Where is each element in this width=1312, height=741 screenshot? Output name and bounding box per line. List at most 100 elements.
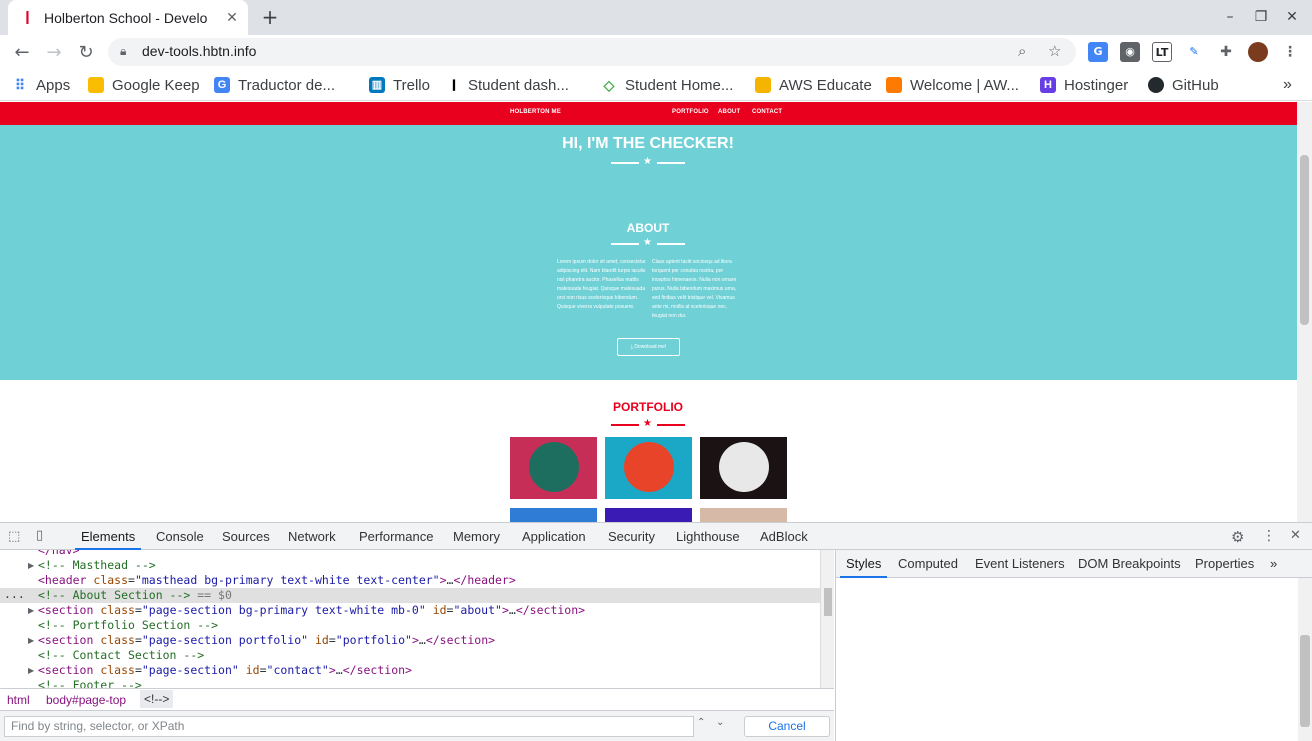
nav-link-contact[interactable]: CONTACT — [752, 109, 782, 115]
tab-elements[interactable]: Elements — [75, 523, 142, 550]
code-line-about-section[interactable]: <section class="page-section bg-primary … — [38, 603, 585, 618]
expand-arrow-icon[interactable]: ▶ — [28, 606, 34, 615]
elements-scrollbar[interactable] — [820, 550, 834, 688]
restore-button[interactable]: ❐ — [1249, 6, 1273, 28]
device-toolbar-icon[interactable]: ▯ — [36, 528, 43, 543]
inspect-element-icon[interactable]: ⬚ — [8, 529, 20, 544]
about-text-left: Lorem ipsum dolor sit amet, consectetur … — [557, 259, 646, 310]
url-text[interactable]: dev-tools.hbtn.info — [142, 43, 256, 59]
bookmark-traductor[interactable]: G Traductor de... — [214, 75, 335, 95]
google-translate-icon: G — [214, 77, 230, 93]
bookmark-student-dash[interactable]: ❙ Student dash... — [448, 75, 569, 95]
tab-security[interactable]: Security — [602, 523, 661, 550]
nav-brand[interactable]: HOLBERTON ME — [510, 109, 561, 115]
code-line[interactable]: </nav> — [38, 550, 80, 558]
crumb-html[interactable]: html — [7, 693, 30, 707]
bookmark-trello[interactable]: ▥ Trello — [369, 75, 430, 95]
tab-event-listeners[interactable]: Event Listeners — [969, 550, 1071, 578]
tab-computed[interactable]: Computed — [892, 550, 964, 578]
elements-scrollbar-thumb[interactable] — [824, 588, 832, 616]
cabin-icon — [529, 442, 579, 492]
portfolio-item-cabin[interactable] — [510, 437, 597, 499]
code-line[interactable]: <!-- Contact Section --> — [38, 648, 204, 663]
tab-styles[interactable]: Styles — [840, 550, 888, 578]
side-tabs-overflow-button[interactable]: » — [1264, 550, 1283, 578]
tab-network[interactable]: Network — [282, 523, 342, 550]
bookmark-student-home[interactable]: ◇ Student Home... — [601, 75, 734, 95]
tab-application[interactable]: Application — [516, 523, 592, 550]
portfolio-item-4[interactable] — [510, 508, 597, 522]
code-line-portfolio-section[interactable]: <section class="page-section portfolio" … — [38, 633, 495, 648]
pen-extension-icon[interactable]: ✎ — [1184, 42, 1204, 62]
tab-close-icon[interactable]: ✕ — [224, 10, 240, 26]
tab-dom-breakpoints[interactable]: DOM Breakpoints — [1072, 550, 1187, 578]
find-input[interactable]: Find by string, selector, or XPath — [4, 716, 694, 737]
code-line[interactable]: <!-- Portfolio Section --> — [38, 618, 218, 633]
styles-scrollbar-thumb[interactable] — [1300, 635, 1310, 727]
portfolio-item-circus[interactable] — [700, 437, 787, 499]
lock-icon[interactable]: 🔒︎ — [120, 44, 126, 59]
bookmark-hostinger[interactable]: H Hostinger — [1040, 75, 1128, 95]
nav-link-about[interactable]: ABOUT — [718, 109, 740, 115]
bookmarks-bar: ⠿ Apps Google Keep G Traductor de... ▥ Trel… — [0, 69, 1312, 101]
devtools-menu-icon[interactable]: ⋮ — [1262, 528, 1276, 544]
find-next-icon[interactable]: ⌄ — [716, 717, 724, 728]
bookmark-label: Welcome | AW... — [910, 76, 1019, 94]
tab-memory[interactable]: Memory — [447, 523, 506, 550]
code-line-header[interactable]: <header class="masthead bg-primary text-… — [38, 573, 516, 588]
crumb-body[interactable]: body#page-top — [46, 693, 126, 707]
portfolio-item-6[interactable] — [700, 508, 787, 522]
cake-icon — [624, 442, 674, 492]
tab-sources[interactable]: Sources — [216, 523, 276, 550]
tab-lighthouse[interactable]: Lighthouse — [670, 523, 746, 550]
address-bar[interactable]: 🔒︎ dev-tools.hbtn.info ⌕ ☆ — [108, 38, 1076, 66]
expand-arrow-icon[interactable]: ▶ — [28, 636, 34, 645]
profile-avatar[interactable] — [1248, 42, 1268, 62]
browser-tab[interactable]: ❙ Holberton School - Develo ✕ — [8, 0, 248, 35]
bookmark-label: Hostinger — [1064, 76, 1129, 94]
code-line[interactable]: <!-- Masthead --> — [38, 558, 156, 573]
bookmarks-overflow-button[interactable]: » — [1283, 75, 1292, 95]
tab-performance[interactable]: Performance — [353, 523, 439, 550]
row-ellipsis[interactable]: ... — [4, 587, 25, 602]
bookmark-apps[interactable]: ⠿ Apps — [12, 75, 70, 95]
bookmark-aws-educate[interactable]: AWS Educate — [755, 75, 872, 95]
google-translate-extension-icon[interactable]: G — [1088, 42, 1108, 62]
tab-adblock[interactable]: AdBlock — [754, 523, 814, 550]
tab-console[interactable]: Console — [150, 523, 210, 550]
reload-button[interactable]: ↻ — [72, 39, 100, 67]
code-line[interactable]: <!-- Footer --> — [38, 678, 142, 688]
aws-icon — [886, 77, 902, 93]
find-prev-icon[interactable]: ⌃ — [697, 717, 705, 728]
portfolio-item-cake[interactable] — [605, 437, 692, 499]
tab-properties[interactable]: Properties — [1189, 550, 1260, 578]
minimize-button[interactable]: – — [1218, 6, 1242, 28]
bookmark-welcome-aws[interactable]: Welcome | AW... — [886, 75, 1019, 95]
back-button[interactable]: ← — [8, 39, 36, 67]
keep-extension-icon[interactable]: ◉ — [1120, 42, 1140, 62]
cancel-button[interactable]: Cancel — [744, 716, 830, 737]
zoom-icon[interactable]: ⌕ — [1018, 42, 1026, 60]
close-devtools-icon[interactable]: ✕ — [1290, 528, 1301, 543]
settings-gear-icon[interactable]: ⚙ — [1231, 528, 1244, 546]
bookmark-github[interactable]: GitHub — [1148, 75, 1219, 95]
star-icon: ★ — [643, 156, 652, 167]
browser-menu-icon[interactable]: ⋮ — [1280, 42, 1300, 62]
extensions-puzzle-icon[interactable]: ✚ — [1216, 42, 1236, 62]
languagetool-extension-icon[interactable]: LT — [1152, 42, 1172, 62]
portfolio-item-5[interactable] — [605, 508, 692, 522]
download-button[interactable]: ⤓ Download me! — [617, 338, 680, 356]
forward-button[interactable]: → — [40, 39, 68, 67]
bookmark-star-icon[interactable]: ☆ — [1048, 42, 1061, 60]
page-scrollbar-thumb[interactable] — [1300, 155, 1309, 325]
bookmark-label: Student dash... — [468, 76, 569, 94]
code-line-selected[interactable]: <!-- About Section --> == $0 — [38, 588, 232, 603]
new-tab-button[interactable]: + — [258, 5, 282, 29]
crumb-comment[interactable]: <!--> — [140, 690, 174, 708]
bookmark-google-keep[interactable]: Google Keep — [88, 75, 200, 95]
expand-arrow-icon[interactable]: ▶ — [28, 666, 34, 675]
close-window-button[interactable]: ✕ — [1280, 6, 1304, 28]
nav-link-portfolio[interactable]: PORTFOLIO — [672, 109, 709, 115]
expand-arrow-icon[interactable]: ▶ — [28, 561, 34, 570]
code-line-contact-section[interactable]: <section class="page-section" id="contac… — [38, 663, 412, 678]
